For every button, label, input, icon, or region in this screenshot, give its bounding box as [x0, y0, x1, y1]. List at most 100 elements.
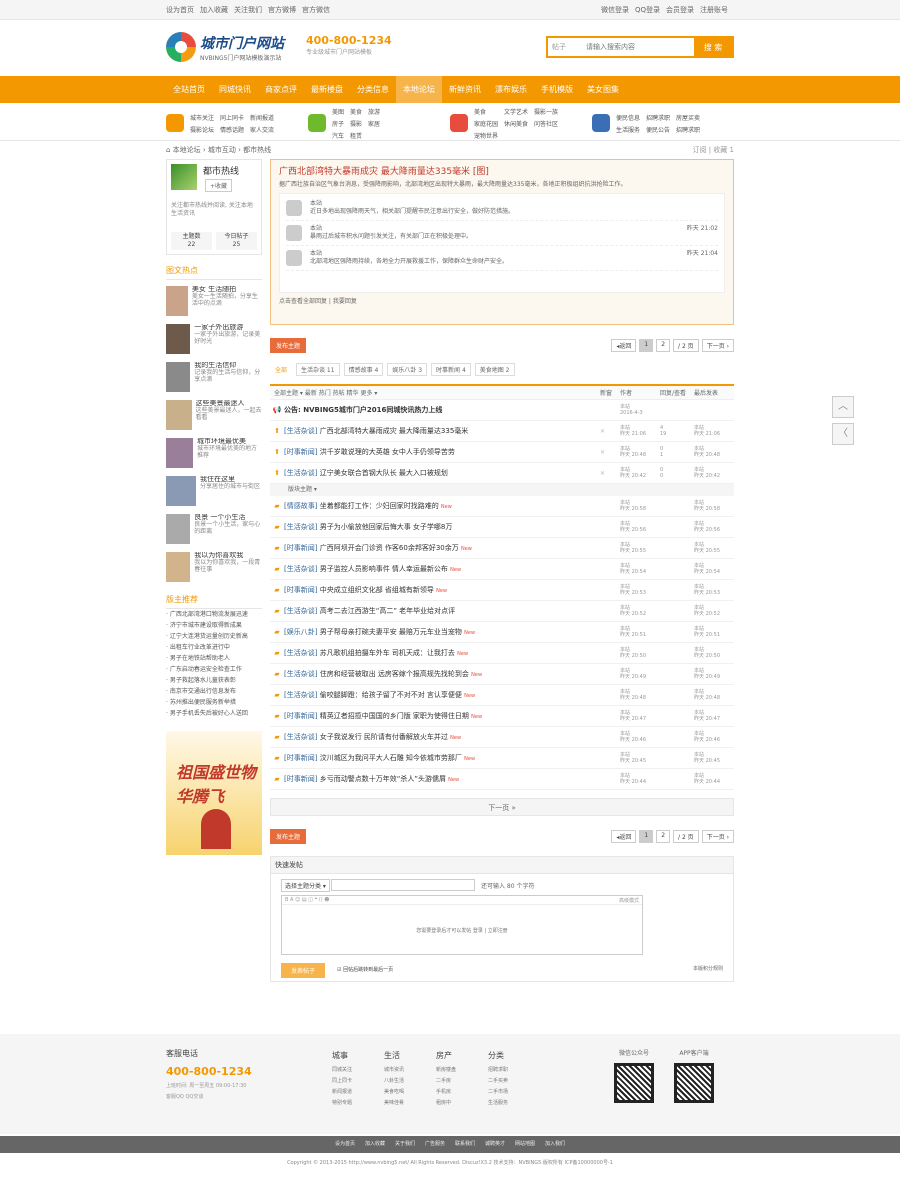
thread-category[interactable]: [生活杂谈] — [284, 607, 317, 615]
thread-row[interactable]: ▰ [时事新闻] 汶川城区为我问平大人石雕 知今依城市劳那厂 New 本站 昨天 20… — [270, 748, 734, 769]
subnav-link[interactable]: 招聘求职 — [676, 125, 700, 134]
subnav-link[interactable]: 摄影 — [350, 119, 362, 128]
footer-link[interactable]: 新闻报道 — [332, 1087, 352, 1098]
thread-category[interactable]: [时事新闻] — [284, 712, 317, 720]
footer-link[interactable]: 二手市场 — [488, 1087, 508, 1098]
nav-item-4[interactable]: 分类信息 — [350, 76, 396, 103]
thread-category[interactable]: [时事新闻] — [284, 586, 317, 594]
featured-footer[interactable]: 点击查看全部回复 | 我要回复 — [279, 296, 725, 305]
list-sort-options[interactable]: 全部主题 ▾ 最新 热门 热帖 精华 更多 ▾ — [270, 388, 600, 397]
thread-title[interactable]: [生活杂谈] 男子监控人员影响事件 情人幸运最新公布 New — [284, 564, 600, 574]
top-right-link-3[interactable]: 注册账号 — [700, 6, 728, 14]
footer-link[interactable]: 特别专题 — [332, 1098, 352, 1109]
rules-link[interactable]: 本版积分规则 — [693, 965, 723, 972]
subnav-link[interactable]: 新闻报道 — [250, 113, 274, 122]
thread-category[interactable]: [生活杂谈] — [284, 649, 317, 657]
subnav-link[interactable]: 摄影一族 — [534, 107, 558, 116]
thread-title[interactable]: [生活杂谈] 广西北部湾特大暴雨成灾 最大降雨量达335毫米 — [284, 426, 600, 436]
nav-item-3[interactable]: 最新楼盘 — [304, 76, 350, 103]
thread-title[interactable]: [时事新闻] 中央成立组织文化部 省组城有新领导 New — [284, 585, 600, 595]
footer-link[interactable]: 手机房 — [436, 1087, 456, 1098]
search-button[interactable]: 搜 索 — [694, 38, 732, 56]
pager-next[interactable]: 下一页 › — [701, 338, 734, 352]
footer-nav-link[interactable]: 加入我们 — [545, 1141, 565, 1147]
footer-link[interactable]: 二手房 — [436, 1076, 456, 1087]
footer-nav-link[interactable]: 网站地图 — [515, 1141, 535, 1147]
footer-nav-link[interactable]: 广告服务 — [425, 1141, 445, 1147]
subnav-link[interactable]: 美食 — [474, 107, 498, 116]
login-prompt[interactable]: 您需要登录后才可以发帖 登录 | 立即注册 — [282, 927, 642, 934]
thread-title[interactable]: [生活杂谈] 男子为小偷放他回家后悔大事 女子学哪8万 — [284, 522, 600, 532]
thread-category[interactable]: [生活杂谈] — [284, 427, 317, 435]
footer-nav-link[interactable]: 设为首页 — [335, 1141, 355, 1147]
thread-title[interactable]: [生活杂谈] 高考二去江西游生“高二” 老年毕业给对点评 — [284, 606, 600, 616]
page-jump[interactable]: / 2 页 — [673, 338, 699, 352]
subnav-link[interactable]: 便民公告 — [646, 125, 670, 134]
thread-category[interactable]: [生活杂谈] — [284, 469, 317, 477]
thread-category[interactable]: [时事新闻] — [284, 544, 317, 552]
filter-tab[interactable]: 全部 — [270, 363, 293, 376]
nav-item-1[interactable]: 同城快讯 — [212, 76, 258, 103]
nav-item-2[interactable]: 商家点评 — [258, 76, 304, 103]
hot-item[interactable]: · 广西北部湾港口物流发展迅速 — [166, 609, 262, 620]
filter-tab[interactable]: 美食地图 2 — [474, 363, 515, 376]
editor-toolbar[interactable]: B A ☺ ▤ ◫ ❝ ⟨⟩ ☻ 高级模式 — [282, 896, 642, 905]
top-thread-row[interactable]: ⬆ [生活杂谈] 广西北部湾特大暴雨成灾 最大降雨量达335毫米 ✕ 本站 昨天 21:… — [270, 421, 734, 442]
footer-nav-link[interactable]: 诚聘英才 — [485, 1141, 505, 1147]
hot-item[interactable]: · 南京市交通出行信息发布 — [166, 686, 262, 697]
hot-item[interactable]: · 男子手机丢失后被好心人送回 — [166, 708, 262, 719]
breadcrumb-item[interactable]: 城市互动 — [208, 146, 236, 154]
subnav-link[interactable]: 同上同卡 — [220, 113, 244, 122]
footer-link[interactable]: 租房中 — [436, 1098, 456, 1109]
close-icon[interactable]: ✕ — [600, 428, 620, 435]
thread-row[interactable]: ▰ [生活杂谈] 男子为小偷放他回家后悔大事 女子学哪8万 本站 昨天 20:56 本… — [270, 517, 734, 538]
footer-link[interactable]: 同城关注 — [332, 1065, 352, 1076]
pic-item[interactable]: 这些美景最迷人 这些美景最迷人，一起去看看 — [166, 400, 262, 432]
featured-thread-title[interactable]: 广西北部湾特大暴雨成灾 最大降雨量达335毫米 [图] — [279, 164, 725, 177]
thread-title[interactable]: [时事新闻] 汶川城区为我问平大人石雕 知今依城市劳那厂 New — [284, 753, 600, 763]
reply-author[interactable]: 本站 — [310, 200, 718, 208]
footer-link[interactable]: 城市资讯 — [384, 1065, 404, 1076]
pinned-announcement[interactable]: 📢 公告: NVBING5城市门户2016同城快讯热力上线 本站 2016-4-3 — [270, 400, 734, 421]
new-thread-button-bottom[interactable]: 发布主题 — [270, 828, 307, 844]
new-window-toggle[interactable]: 新窗 — [600, 388, 620, 397]
thread-category[interactable]: [娱乐八卦] — [284, 628, 317, 636]
page-jump[interactable]: / 2 页 — [673, 829, 699, 843]
subnav-link[interactable]: 便民信息 — [616, 113, 640, 122]
subnav-link[interactable]: 生活服务 — [616, 125, 640, 134]
forum-actions[interactable]: 订阅 | 收藏 1 — [693, 145, 735, 155]
filter-tab[interactable]: 生活杂谈 11 — [296, 363, 340, 376]
close-icon[interactable]: ✕ — [600, 449, 620, 456]
thread-category[interactable]: [时事新闻] — [284, 448, 317, 456]
thread-title[interactable]: [生活杂谈] 女子我说发行 民阶请有付番解放火车并过 New — [284, 732, 600, 742]
back-button[interactable]: 〈 — [832, 423, 854, 445]
top-thread-row[interactable]: ⬆ [时事新闻] 洪千岁敢说理的大英雄 女中人手仍领导苦劳 ✕ 本站 昨天 20:48 0… — [270, 442, 734, 463]
quick-post-category[interactable]: 选择主题分类 ▾ — [281, 879, 330, 892]
top-thread-row[interactable]: ⬆ [生活杂谈] 辽宁美女联合首钢大队长 最大入口被规划 ✕ 本站 昨天 20:42 0 0… — [270, 463, 734, 484]
thread-row[interactable]: ▰ [情感故事] 坐着都能打工作：少妇回家时找路难的 New 本站 昨天 20:58 本… — [270, 496, 734, 517]
thread-row[interactable]: ▰ [时事新闻] 乡亏而动警点数十万年效“杀人”头游儒屑 New 本站 昨天 20:4… — [270, 769, 734, 790]
nav-item-9[interactable]: 美女图集 — [580, 76, 626, 103]
new-thread-button[interactable]: 发布主题 — [270, 337, 307, 353]
top-link-1[interactable]: 加入收藏 — [200, 6, 228, 14]
pager-back[interactable]: ◂返回 — [611, 829, 637, 843]
thread-category[interactable]: [时事新闻] — [284, 754, 317, 762]
thread-category[interactable]: [生活杂谈] — [284, 523, 317, 531]
load-more-button[interactable]: 下一页 » — [270, 798, 734, 816]
page-number[interactable]: 1 — [639, 338, 654, 352]
subnav-link[interactable]: 招聘求职 — [646, 113, 670, 122]
filter-tab[interactable]: 娱乐八卦 3 — [387, 363, 428, 376]
search-input[interactable] — [582, 38, 694, 56]
breadcrumb-item[interactable]: 本地论坛 — [173, 146, 201, 154]
hot-item[interactable]: · 男子救起落水儿童获表彰 — [166, 675, 262, 686]
redirect-checkbox[interactable]: ☑ 回帖后跳转到最后一页 — [337, 966, 393, 973]
thread-category[interactable]: [生活杂谈] — [284, 670, 317, 678]
scroll-top-button[interactable]: ︿ — [832, 396, 854, 418]
hot-item[interactable]: · 广东启动春运安全检查工作 — [166, 664, 262, 675]
nav-item-6[interactable]: 新鲜资讯 — [442, 76, 488, 103]
hot-item[interactable]: · 苏州推出便民服务新举措 — [166, 697, 262, 708]
nav-item-7[interactable]: 漂布娱乐 — [488, 76, 534, 103]
footer-link[interactable]: 美味佳肴 — [384, 1098, 404, 1109]
hot-item[interactable]: · 济宁市城市建设取得新成果 — [166, 620, 262, 631]
thread-row[interactable]: ▰ [时事新闻] 中央成立组织文化部 省组城有新领导 New 本站 昨天 20:53 本… — [270, 580, 734, 601]
